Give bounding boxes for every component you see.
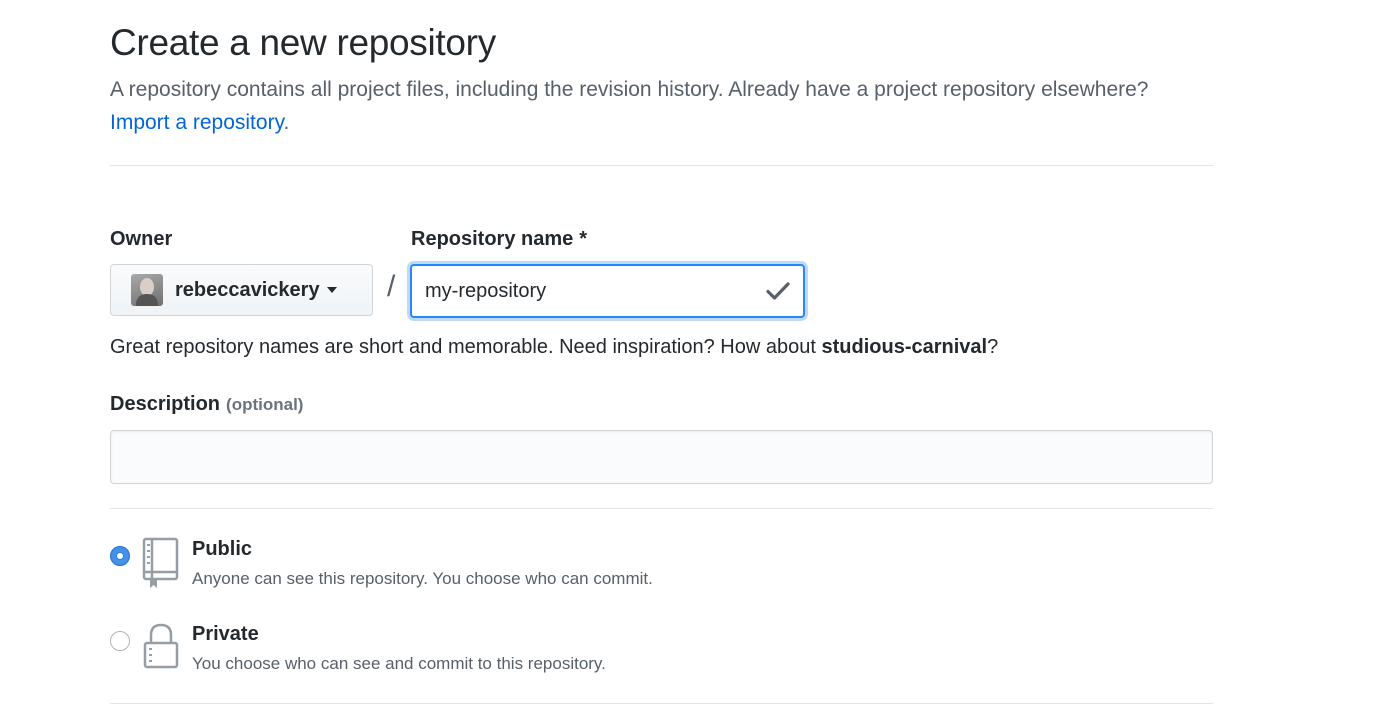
visibility-option-public[interactable]: Public Anyone can see this repository. Y… — [110, 536, 1010, 596]
repo-book-icon — [142, 537, 179, 588]
owner-label: Owner — [110, 228, 173, 250]
check-icon — [766, 282, 790, 300]
user-avatar — [131, 274, 163, 306]
private-description: You choose who can see and commit to thi… — [192, 654, 606, 673]
repository-name-label-text: Repository name — [411, 228, 574, 250]
required-mark: * — [579, 228, 588, 250]
visibility-option-private[interactable]: Private You choose who can see and commi… — [110, 621, 1010, 681]
public-description: Anyone can see this repository. You choo… — [192, 569, 653, 588]
owner-select-button[interactable]: rebeccavickery — [110, 264, 373, 316]
owner-name: rebeccavickery — [175, 278, 320, 301]
subtitle-text: A repository contains all project files,… — [110, 78, 1149, 101]
divider-top — [110, 165, 1213, 166]
owner-repo-separator: / — [387, 270, 396, 303]
description-label: Description (optional) — [110, 393, 303, 416]
repository-name-input[interactable] — [412, 266, 765, 316]
private-radio[interactable] — [110, 631, 130, 651]
page-title: Create a new repository — [110, 22, 496, 63]
divider-bottom — [110, 703, 1213, 704]
description-label-text: Description — [110, 393, 221, 415]
optional-note: (optional) — [226, 395, 304, 414]
public-title: Public — [192, 538, 253, 560]
repository-name-hint: Great repository names are short and mem… — [110, 336, 998, 359]
suggested-name[interactable]: studious-carnival — [821, 336, 987, 358]
import-repository-link[interactable]: Import a repository — [110, 111, 284, 134]
divider-middle — [110, 508, 1213, 509]
private-title: Private — [192, 623, 259, 645]
page-subtitle: A repository contains all project files,… — [110, 73, 1170, 139]
lock-icon — [143, 623, 179, 669]
hint-text: Great repository names are short and mem… — [110, 336, 816, 358]
repository-name-field — [410, 264, 805, 318]
repository-name-label: Repository name * — [411, 228, 587, 251]
description-input[interactable] — [110, 430, 1213, 484]
hint-suffix: ? — [987, 336, 999, 358]
public-radio[interactable] — [110, 546, 130, 566]
subtitle-suffix: . — [283, 111, 290, 134]
chevron-down-icon — [326, 287, 337, 293]
